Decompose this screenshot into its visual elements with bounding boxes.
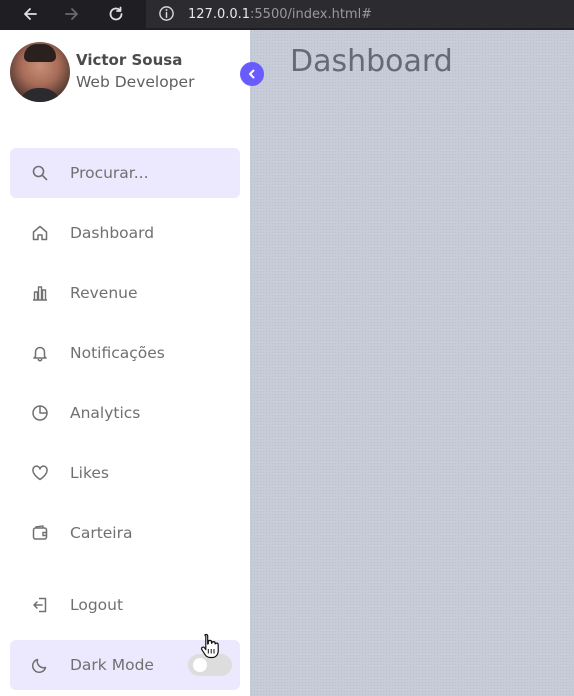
sidebar-item-dashboard[interactable]: Dashboard bbox=[10, 208, 240, 258]
pie-chart-icon bbox=[10, 388, 70, 438]
browser-toolbar: 127.0.0.1:5500/index.html# bbox=[0, 0, 574, 30]
bell-icon bbox=[10, 328, 70, 378]
page-title: Dashboard bbox=[290, 44, 453, 79]
profile-role: Web Developer bbox=[76, 73, 195, 91]
sidebar-item-likes[interactable]: Likes bbox=[10, 448, 240, 498]
bar-chart-icon bbox=[10, 268, 70, 318]
dark-mode-label: Dark Mode bbox=[70, 656, 154, 674]
profile-name: Victor Sousa bbox=[76, 51, 183, 69]
arrow-right-icon bbox=[65, 8, 78, 20]
info-icon[interactable] bbox=[158, 5, 175, 22]
search-input[interactable]: Procurar... bbox=[70, 164, 149, 182]
sidebar-item-revenue[interactable]: Revenue bbox=[10, 268, 240, 318]
logout-button[interactable]: Logout bbox=[10, 580, 240, 630]
moon-icon bbox=[10, 640, 70, 690]
sidebar-item-carteira[interactable]: Carteira bbox=[10, 508, 240, 558]
reload-button[interactable] bbox=[106, 4, 126, 24]
hand-cursor-icon bbox=[201, 633, 219, 659]
sidebar-item-notificacoes[interactable]: Notificações bbox=[10, 328, 240, 378]
reload-icon bbox=[109, 6, 123, 21]
logout-label: Logout bbox=[70, 596, 124, 614]
sidebar-item-label: Revenue bbox=[70, 284, 138, 302]
search-icon bbox=[10, 148, 70, 198]
sidebar-collapse-button[interactable] bbox=[240, 62, 264, 86]
main-content: Dashboard bbox=[250, 30, 574, 696]
arrow-left-icon bbox=[24, 8, 37, 20]
sidebar-item-label: Carteira bbox=[70, 524, 133, 542]
logout-icon bbox=[10, 580, 70, 630]
url-text: 127.0.0.1:5500/index.html# bbox=[188, 7, 372, 22]
avatar bbox=[10, 42, 70, 102]
address-bar[interactable]: 127.0.0.1:5500/index.html# bbox=[146, 0, 574, 28]
sidebar-item-label: Likes bbox=[70, 464, 109, 482]
url-host: 127.0.0.1 bbox=[188, 6, 251, 22]
profile-header: Victor Sousa Web Developer bbox=[10, 42, 194, 102]
sidebar-item-label: Analytics bbox=[70, 404, 141, 422]
sidebar: Victor Sousa Web Developer Procurar... D… bbox=[0, 30, 250, 696]
home-icon bbox=[10, 208, 70, 258]
back-button[interactable] bbox=[20, 4, 40, 24]
sidebar-item-label: Dashboard bbox=[70, 224, 155, 242]
toggle-knob bbox=[193, 658, 207, 672]
forward-button[interactable] bbox=[62, 4, 82, 24]
search-box[interactable]: Procurar... bbox=[10, 148, 240, 198]
sidebar-item-label: Notificações bbox=[70, 344, 165, 362]
sidebar-item-analytics[interactable]: Analytics bbox=[10, 388, 240, 438]
chevron-left-icon bbox=[249, 69, 255, 79]
heart-icon bbox=[10, 448, 70, 498]
url-path: :5500/index.html# bbox=[250, 6, 373, 22]
wallet-icon bbox=[10, 508, 70, 558]
